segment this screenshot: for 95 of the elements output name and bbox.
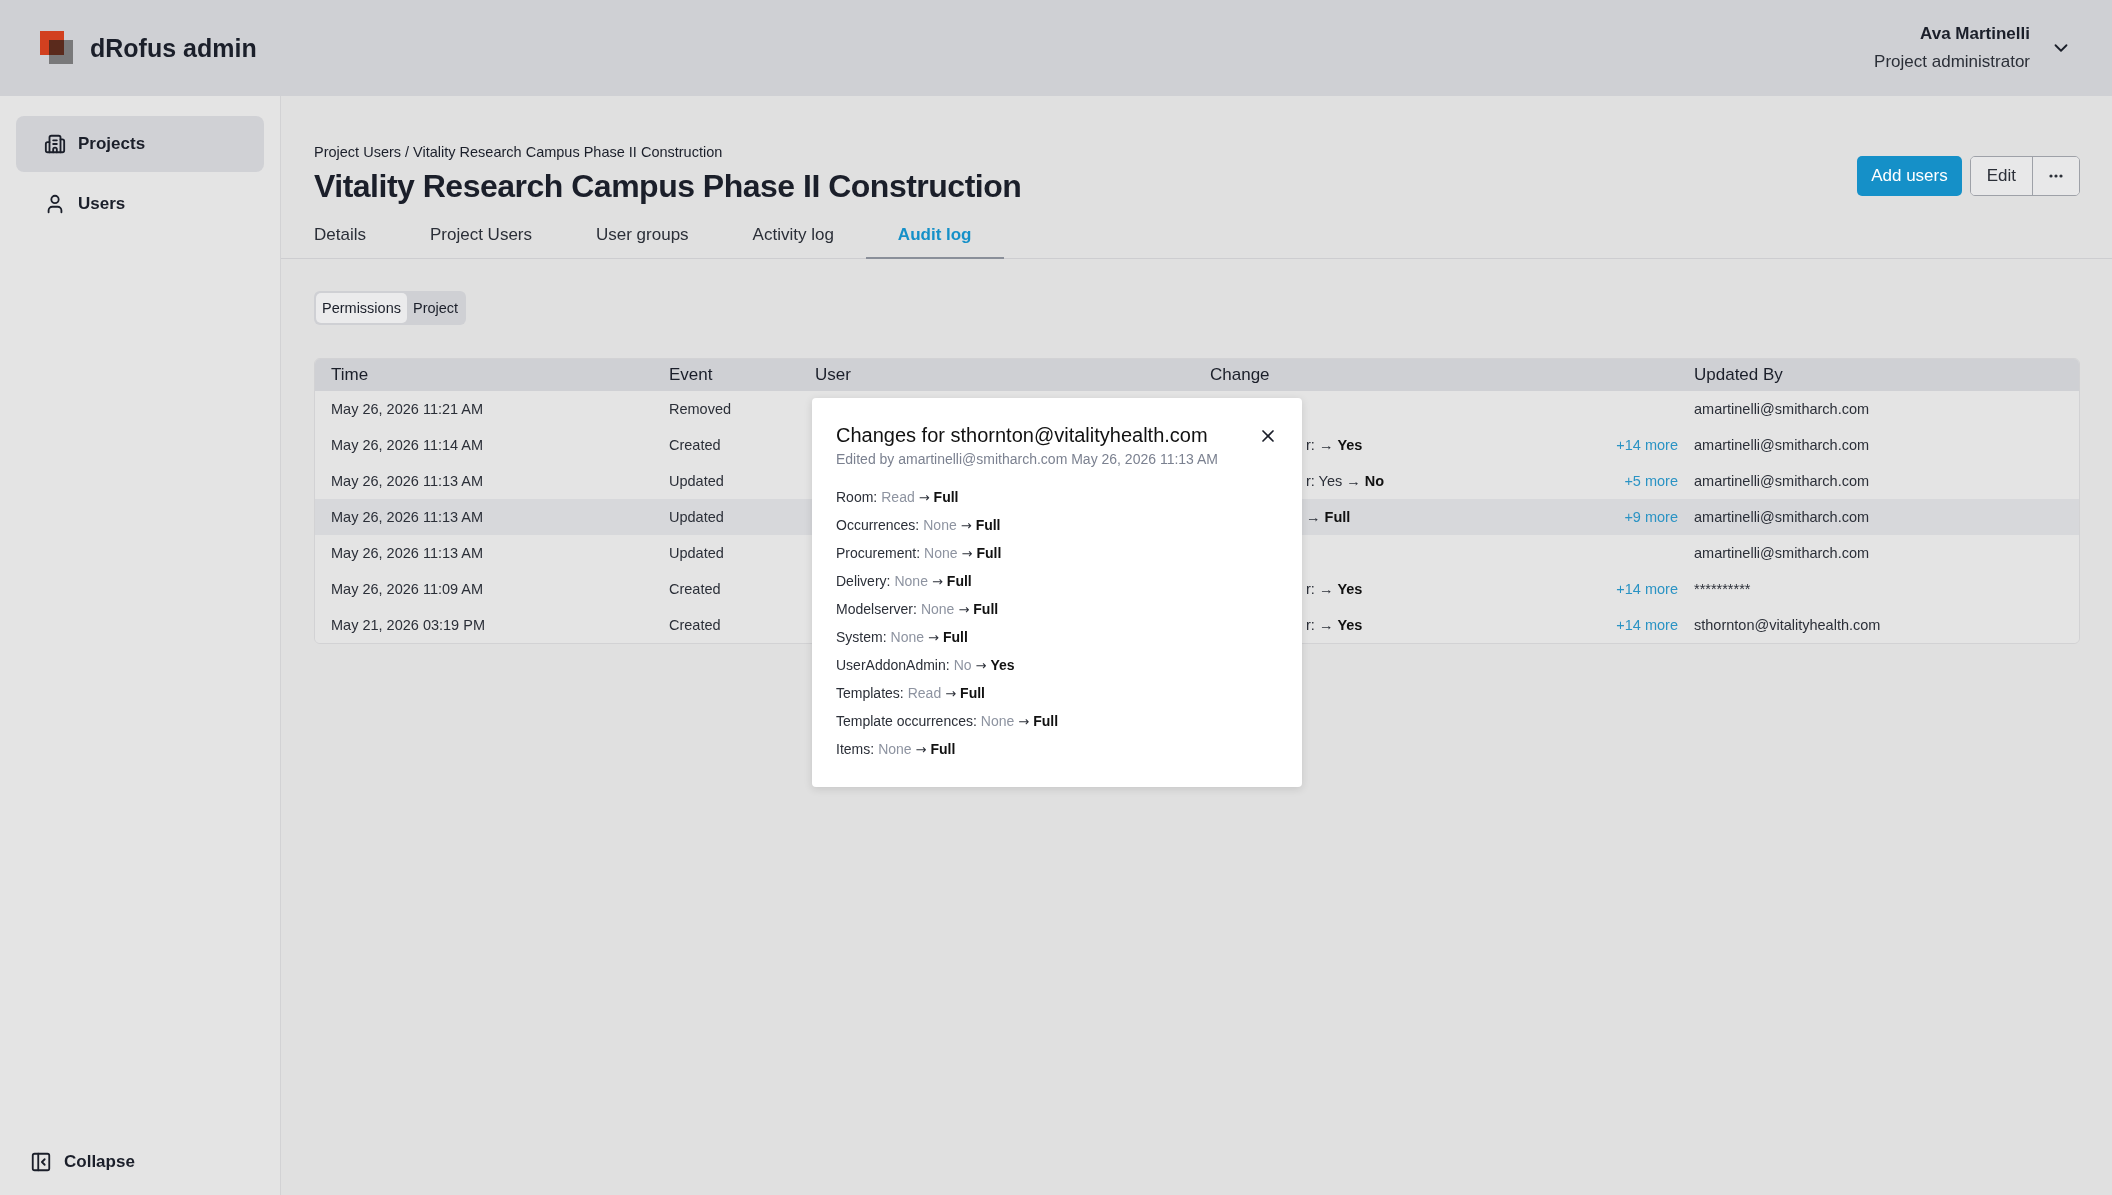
app-title: dRofus admin bbox=[90, 33, 257, 63]
tab[interactable]: User groups bbox=[564, 225, 721, 259]
table-cell-text: Created bbox=[669, 437, 722, 453]
new-value: Full bbox=[933, 489, 959, 505]
old-value: None bbox=[980, 713, 1015, 729]
table-cell-text: Removed bbox=[669, 401, 733, 417]
change-text: r: → Yes bbox=[1306, 581, 1363, 597]
table-cell-text: Updated bbox=[669, 545, 725, 561]
arrow: → bbox=[975, 657, 987, 673]
field-name: Template occurrences: bbox=[836, 713, 977, 729]
table-cell-text: Updated bbox=[669, 509, 725, 525]
field-name: Occurrences: bbox=[836, 517, 920, 533]
change-text: → Full bbox=[1306, 509, 1351, 525]
table-cell-text: amartinelli@smitharch.com bbox=[1694, 509, 1871, 525]
tab[interactable]: Details bbox=[314, 225, 398, 259]
popover-subtitle: Edited by amartinelli@smitharch.com May 26, 2026 11:13 AM bbox=[836, 451, 1220, 467]
new-value: Full bbox=[930, 741, 956, 757]
arrow: → bbox=[915, 741, 927, 757]
new-value: Full bbox=[960, 685, 985, 701]
table-cell-text: amartinelli@smitharch.com bbox=[1694, 473, 1871, 489]
sidebar-item-label: Users bbox=[78, 194, 126, 214]
old-value: None bbox=[920, 601, 955, 617]
old-value: None bbox=[924, 545, 958, 561]
new-value: Full bbox=[946, 573, 972, 589]
table-cell-text: May 26, 2026 11:13 AM bbox=[331, 509, 485, 525]
popover-title: Changes for sthornton@vitalityhealth.com bbox=[836, 424, 1208, 447]
old-value: Read bbox=[881, 489, 915, 505]
field-name: System: bbox=[836, 629, 887, 645]
table-cell-text: May 26, 2026 11:09 AM bbox=[331, 581, 485, 597]
old-value: None bbox=[890, 629, 925, 645]
sidebar-item[interactable]: Projects bbox=[16, 116, 264, 172]
new-value: Yes bbox=[990, 657, 1015, 673]
field-name: UserAddonAdmin: bbox=[836, 657, 950, 673]
table-cell-text: Created bbox=[669, 617, 722, 633]
table-cell-text: Created bbox=[669, 581, 722, 597]
new-value: Full bbox=[975, 517, 1001, 533]
field-name: Templates: bbox=[836, 685, 904, 701]
table-cell-text: Updated bbox=[669, 473, 725, 489]
edit-button[interactable]: Edit bbox=[1970, 157, 2032, 195]
tab[interactable]: Project Users bbox=[397, 225, 564, 259]
page-title: Vitality Research Campus Phase II Construction bbox=[314, 168, 1022, 205]
arrow: → bbox=[958, 601, 970, 617]
table-cell-text: amartinelli@smitharch.com bbox=[1694, 545, 1871, 561]
user-name: Ava Martinelli bbox=[1920, 24, 2030, 44]
column-header: Updated By bbox=[1694, 365, 1784, 385]
field-name: Items: bbox=[836, 741, 875, 757]
logo-icon bbox=[40, 31, 74, 65]
arrow: → bbox=[961, 545, 973, 561]
ellipsis-icon bbox=[2049, 174, 2063, 178]
collapse-icon[interactable] bbox=[30, 1151, 52, 1173]
column-header: Time bbox=[331, 365, 370, 385]
table-cell-text: May 26, 2026 11:13 AM bbox=[331, 545, 485, 561]
tab[interactable]: Activity log bbox=[720, 225, 866, 259]
arrow: → bbox=[945, 685, 957, 701]
arrow: → bbox=[1018, 713, 1030, 729]
segment[interactable]: Project bbox=[406, 293, 465, 323]
column-header: Change bbox=[1210, 365, 1271, 385]
old-value: No bbox=[953, 657, 972, 673]
sidebar-item-label: Projects bbox=[78, 134, 146, 154]
new-value: Full bbox=[942, 629, 968, 645]
sidebar-item[interactable]: Users bbox=[16, 176, 264, 232]
arrow: → bbox=[931, 573, 943, 589]
field-name: Delivery: bbox=[836, 573, 891, 589]
new-value: Full bbox=[1033, 713, 1059, 729]
change-text: r: → Yes bbox=[1306, 617, 1363, 633]
arrow: → bbox=[918, 489, 930, 505]
field-name: Procurement: bbox=[836, 545, 921, 561]
table-cell-text: amartinelli@smitharch.com bbox=[1694, 401, 1871, 417]
collapse-link[interactable]: Collapse bbox=[64, 1152, 135, 1172]
new-value: Full bbox=[976, 545, 1002, 561]
table-cell-text: ********** bbox=[1694, 581, 1752, 597]
old-value: Read bbox=[907, 685, 942, 701]
column-header: Event bbox=[669, 365, 714, 385]
table-cell-text: May 21, 2026 03:19 PM bbox=[331, 617, 486, 633]
old-value: None bbox=[878, 741, 912, 757]
field-name: Modelserver: bbox=[836, 601, 917, 617]
old-value: None bbox=[923, 517, 957, 533]
new-value: Full bbox=[973, 601, 999, 617]
table-cell-text: sthornton@vitalityhealth.com bbox=[1694, 617, 1882, 633]
add-users-button[interactable]: Add users bbox=[1857, 156, 1962, 196]
table-cell-text: May 26, 2026 11:14 AM bbox=[331, 437, 485, 453]
change-text: r: → Yes bbox=[1306, 437, 1363, 453]
arrow: → bbox=[960, 517, 972, 533]
old-value: None bbox=[894, 573, 928, 589]
table-cell-text: May 26, 2026 11:13 AM bbox=[331, 473, 485, 489]
user-role: Project administrator bbox=[1874, 52, 2030, 72]
table-cell-text: amartinelli@smitharch.com bbox=[1694, 437, 1871, 453]
building-icon bbox=[44, 133, 66, 155]
column-header: User bbox=[815, 365, 852, 385]
change-text: r: Yes → No bbox=[1306, 473, 1385, 489]
arrow: → bbox=[928, 629, 939, 645]
table-cell-text: May 26, 2026 11:21 AM bbox=[331, 401, 485, 417]
field-name: Room: bbox=[836, 489, 878, 505]
segment[interactable]: Permissions bbox=[316, 293, 407, 323]
breadcrumb: Project Users / Vitality Research Campus Phase II Construction bbox=[314, 144, 724, 160]
